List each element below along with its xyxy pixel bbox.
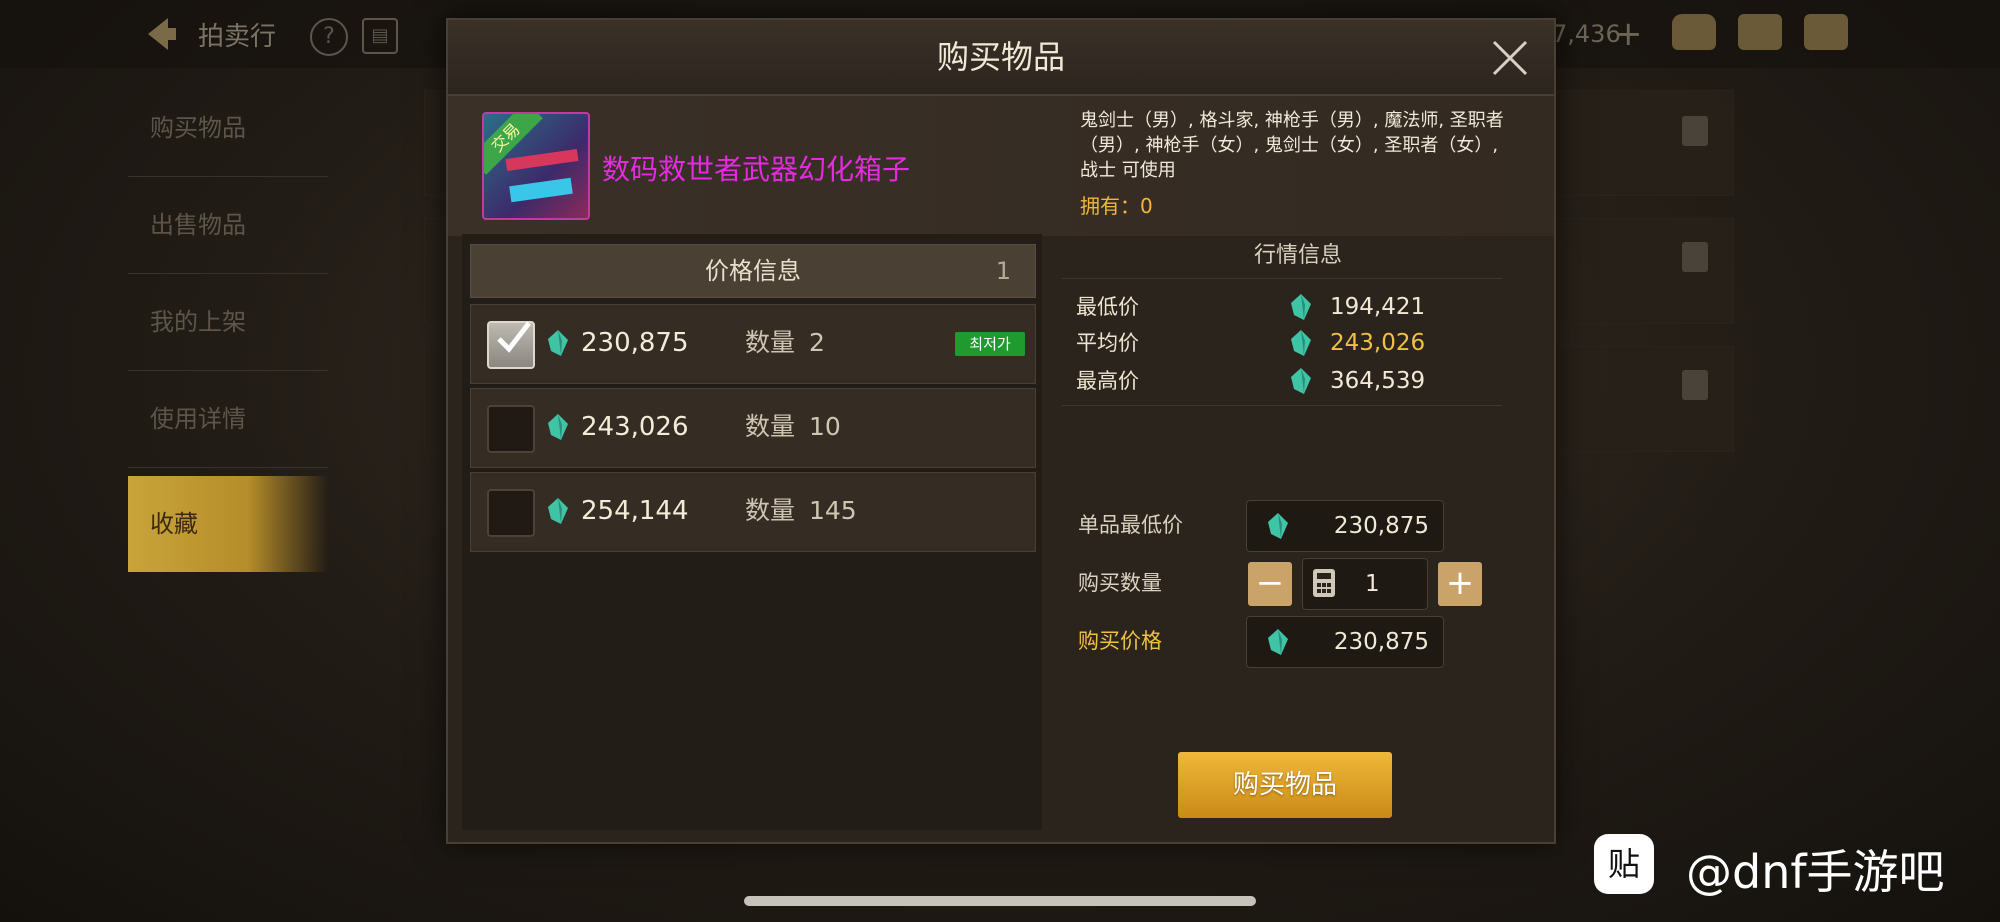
dialog-title: 购买物品 (936, 38, 1065, 76)
gem-icon (1268, 513, 1288, 539)
listing-checkbox[interactable] (487, 321, 535, 369)
checkmark-icon (497, 321, 531, 353)
listing-quantity: 10 (809, 412, 841, 441)
calculator-icon[interactable] (1313, 569, 1335, 597)
item-banner: 交易 数码救世者武器幻化箱子 鬼剑士（男）, 格斗家, 神枪手（男）, 魔法师,… (448, 96, 1554, 236)
gem-icon (548, 330, 568, 356)
unit-min-price-field: 230,875 (1246, 500, 1444, 552)
avg-price-label: 平均价 (1076, 331, 1139, 355)
owned-count: 拥有：0 (1080, 194, 1153, 218)
price-info-title: 价格信息 (705, 257, 801, 285)
add-currency-button[interactable]: + (1614, 14, 1643, 54)
trash-icon[interactable] (1682, 370, 1708, 400)
page-title: 拍卖行 (198, 22, 277, 52)
back-arrow-icon[interactable] (140, 14, 180, 54)
quantity-label: 数量 (745, 496, 796, 525)
notice-icon[interactable]: ▤ (362, 18, 398, 54)
chat-icon[interactable] (1804, 14, 1848, 50)
buy-item-dialog: 购买物品 交易 数码救世者武器幻化箱子 鬼剑士（男）, 格斗家, 神枪手（男）,… (446, 18, 1556, 844)
listing-row[interactable]: 254,144 数量 145 (470, 472, 1036, 552)
sidebar-item-favorites[interactable]: 收藏 (128, 476, 328, 572)
lowest-price-badge: 최저가 (955, 332, 1025, 356)
total-price-label: 购买价格 (1078, 629, 1162, 653)
total-price-field: 230,875 (1246, 616, 1444, 668)
gem-icon (1291, 330, 1311, 356)
market-min-row: 最低价 194,421 (1076, 289, 1496, 325)
listing-price: 254,144 (581, 496, 689, 526)
listing-checkbox[interactable] (487, 489, 535, 537)
decrease-quantity-button[interactable]: − (1248, 562, 1292, 606)
market-max-row: 最高价 364,539 (1076, 363, 1496, 399)
trash-icon[interactable] (1682, 242, 1708, 272)
bag-icon[interactable] (1672, 14, 1716, 50)
gem-icon (548, 498, 568, 524)
price-info-panel: 价格信息 1 230,875 数量 2 최저가 243,026 数量 10 25… (462, 234, 1042, 830)
item-name: 数码救世者武器幻化箱子 (602, 153, 911, 186)
help-icon[interactable]: ? (310, 18, 348, 56)
price-info-header: 价格信息 1 (470, 244, 1036, 298)
close-icon[interactable] (1490, 38, 1530, 78)
min-price-value: 194,421 (1330, 294, 1426, 320)
sidebar-item-buy[interactable]: 购买物品 (128, 80, 328, 177)
usable-classes: 鬼剑士（男）, 格斗家, 神枪手（男）, 魔法师, 圣职者（男）, 神枪手（女）… (1080, 110, 1504, 181)
market-avg-row: 平均价 243,026 (1076, 325, 1496, 361)
gem-icon (1268, 629, 1288, 655)
gem-icon (1291, 294, 1311, 320)
listing-checkbox[interactable] (487, 405, 535, 453)
max-price-label: 最高价 (1076, 369, 1139, 393)
listing-quantity: 145 (809, 496, 857, 525)
listing-row[interactable]: 243,026 数量 10 (470, 388, 1036, 468)
trash-icon[interactable] (1682, 116, 1708, 146)
tieba-logo-icon: 贴 (1594, 834, 1654, 894)
avg-price-value: 243,026 (1330, 330, 1426, 356)
market-info-title: 行情信息 (1253, 243, 1342, 268)
market-info-panel: 最低价 194,421 平均价 243,026 最高价 364,539 (1062, 278, 1502, 406)
mail-icon[interactable] (1738, 14, 1782, 50)
dialog-header: 购买物品 (448, 20, 1554, 96)
item-box-icon: 交易 (482, 112, 590, 220)
gem-icon (1291, 368, 1311, 394)
sidebar-item-sell[interactable]: 出售物品 (128, 177, 328, 274)
sidebar-item-my-listings[interactable]: 我的上架 (128, 274, 328, 371)
sidebar-item-usage[interactable]: 使用详情 (128, 371, 328, 468)
listing-price: 243,026 (581, 412, 689, 442)
min-price-label: 最低价 (1076, 295, 1139, 319)
increase-quantity-button[interactable]: + (1438, 562, 1482, 606)
sidebar: 购买物品 出售物品 我的上架 使用详情 收藏 (128, 80, 328, 572)
max-price-value: 364,539 (1330, 368, 1426, 394)
quantity-label: 数量 (745, 412, 796, 441)
page-number: 1 (995, 257, 1011, 285)
listing-price: 230,875 (581, 328, 689, 358)
unit-min-price-label: 单品最低价 (1078, 513, 1183, 537)
watermark-text: @dnf手游吧 (1686, 845, 1945, 899)
buy-item-button[interactable]: 购买物品 (1178, 752, 1392, 818)
buy-quantity-label: 购买数量 (1078, 571, 1162, 595)
quantity-input[interactable]: 1 (1302, 558, 1428, 610)
listing-row[interactable]: 230,875 数量 2 최저가 (470, 304, 1036, 384)
home-indicator[interactable] (744, 896, 1256, 906)
listing-quantity: 2 (809, 328, 825, 357)
quantity-value: 1 (1365, 571, 1380, 597)
currency-amount: 7,436 (1552, 20, 1621, 48)
unit-min-price-value: 230,875 (1333, 513, 1429, 539)
total-price-value: 230,875 (1333, 629, 1429, 655)
quantity-label: 数量 (745, 328, 796, 357)
gem-icon (548, 414, 568, 440)
